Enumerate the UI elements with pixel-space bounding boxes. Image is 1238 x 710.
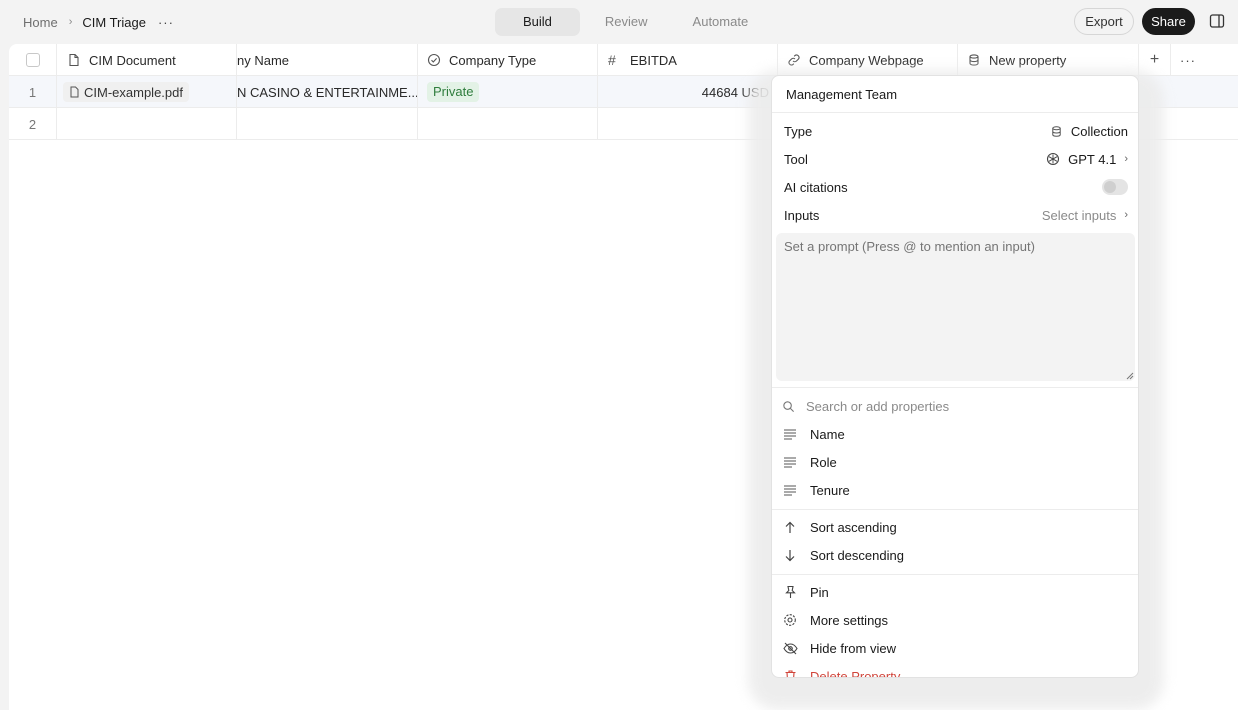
type-row[interactable]: Type Collection <box>784 117 1128 145</box>
property-item-tenure[interactable]: Tenure <box>782 476 1130 504</box>
property-name-input[interactable]: Management Team <box>772 76 1138 113</box>
cim-document-cell[interactable] <box>57 108 237 140</box>
hide-from-view-item[interactable]: Hide from view <box>782 634 1130 662</box>
divider <box>772 509 1138 510</box>
divider <box>772 387 1138 388</box>
search-icon <box>783 400 795 412</box>
text-lines-icon <box>782 482 798 498</box>
type-label: Type <box>784 123 813 139</box>
header-label: EBITDA <box>630 52 677 68</box>
link-icon <box>788 54 800 66</box>
chevron-right-icon: › <box>68 16 73 28</box>
file-name: CIM-example.pdf <box>84 84 183 100</box>
ai-citations-toggle[interactable] <box>1102 179 1128 195</box>
select-all-cell <box>9 44 57 76</box>
property-item-name[interactable]: Name <box>782 420 1130 448</box>
eye-off-icon <box>782 640 798 656</box>
file-icon <box>70 86 79 98</box>
more-settings-label: More settings <box>810 612 889 628</box>
chevron-right-icon: › <box>1124 153 1128 165</box>
column-more-button[interactable]: ··· <box>1171 44 1205 76</box>
sort-descending-item[interactable]: Sort descending <box>782 541 1130 569</box>
database-icon <box>969 54 979 66</box>
openai-icon <box>1047 152 1060 166</box>
file-chip[interactable]: CIM-example.pdf <box>63 82 189 102</box>
export-button[interactable]: Export <box>1074 8 1134 35</box>
company-name-cell[interactable]: N CASINO & ENTERTAINME... <box>237 76 418 108</box>
tool-label: Tool <box>784 151 808 167</box>
header-label: ny Name <box>237 52 290 68</box>
tab-build[interactable]: Build <box>495 8 580 36</box>
tab-automate[interactable]: Automate <box>673 8 769 36</box>
more-options-button[interactable]: ··· <box>158 15 174 30</box>
header-company-type[interactable]: Company Type <box>418 44 598 76</box>
pin-label: Pin <box>810 584 829 600</box>
company-type-cell[interactable]: Private <box>418 76 598 108</box>
inputs-label: Inputs <box>784 207 820 223</box>
more-settings-item[interactable]: More settings <box>782 606 1130 634</box>
view-tabs: Build Review Automate <box>495 8 768 36</box>
header-label: Company Webpage <box>809 52 924 68</box>
inputs-value-text: Select inputs <box>1041 207 1117 223</box>
property-search <box>782 394 1106 418</box>
header-label: Company Type <box>449 52 537 68</box>
sidebar-toggle-icon[interactable] <box>1209 13 1225 29</box>
property-item-label: Name <box>810 426 845 442</box>
arrow-down-icon <box>782 547 798 563</box>
hide-from-view-label: Hide from view <box>810 640 896 656</box>
header-label: CIM Document <box>89 52 176 68</box>
inputs-row[interactable]: Inputs Select inputs › <box>784 201 1128 229</box>
prompt-textarea[interactable] <box>776 233 1135 381</box>
tab-review[interactable]: Review <box>585 8 668 36</box>
ai-citations-label: AI citations <box>784 179 848 195</box>
ai-citations-row: AI citations <box>784 173 1128 201</box>
chevron-right-icon: › <box>1124 209 1128 221</box>
property-item-label: Role <box>810 454 837 470</box>
breadcrumb: Home › CIM Triage ··· <box>23 0 174 44</box>
text-lines-icon <box>782 426 798 442</box>
top-bar: Home › CIM Triage ··· Build Review Autom… <box>0 0 1238 44</box>
sort-ascending-item[interactable]: Sort ascending <box>782 513 1130 541</box>
header-company-name[interactable]: ny Name <box>237 44 418 76</box>
company-type-cell[interactable] <box>418 108 598 140</box>
header-ebitda[interactable]: # EBITDA <box>598 44 778 76</box>
row-number: 2 <box>9 108 57 140</box>
property-item-label: Tenure <box>810 482 850 498</box>
divider <box>772 574 1138 575</box>
pin-item[interactable]: Pin <box>782 578 1130 606</box>
pin-icon <box>782 584 798 600</box>
trash-icon <box>782 668 798 677</box>
check-circle-icon <box>427 53 441 67</box>
database-icon <box>1052 125 1061 137</box>
cim-document-cell[interactable]: CIM-example.pdf <box>57 76 237 108</box>
arrow-up-icon <box>782 519 798 535</box>
resize-handle-icon[interactable] <box>1126 372 1134 380</box>
tool-row[interactable]: Tool GPT 4.1 › <box>784 145 1128 173</box>
breadcrumb-home[interactable]: Home <box>23 15 58 30</box>
gear-icon <box>782 612 798 628</box>
hash-icon: # <box>608 52 616 68</box>
tool-value[interactable]: GPT 4.1 › <box>1046 152 1128 167</box>
breadcrumb-current[interactable]: CIM Triage <box>82 15 146 30</box>
inputs-value[interactable]: Select inputs › <box>1042 208 1128 223</box>
property-item-role[interactable]: Role <box>782 448 1130 476</box>
sort-descending-label: Sort descending <box>810 547 904 563</box>
row-number: 1 <box>9 76 57 108</box>
status-badge: Private <box>427 82 480 102</box>
header-cim-document[interactable]: CIM Document <box>57 44 237 76</box>
delete-property-label: Delete Property <box>810 668 901 678</box>
file-icon <box>69 53 79 67</box>
delete-property-item[interactable]: Delete Property <box>782 662 1130 678</box>
search-input[interactable] <box>806 398 1106 414</box>
type-value[interactable]: Collection <box>1050 124 1128 139</box>
type-value-text: Collection <box>1070 123 1128 139</box>
company-name-cell[interactable] <box>237 108 418 140</box>
property-settings-panel: Management Team Type Collection Tool GPT… <box>771 75 1139 678</box>
select-all-checkbox[interactable] <box>25 53 40 67</box>
tool-value-text: GPT 4.1 <box>1068 151 1117 167</box>
header-label: New property <box>989 52 1067 68</box>
text-lines-icon <box>782 454 798 470</box>
share-button[interactable]: Share <box>1142 8 1195 35</box>
sort-ascending-label: Sort ascending <box>810 519 897 535</box>
